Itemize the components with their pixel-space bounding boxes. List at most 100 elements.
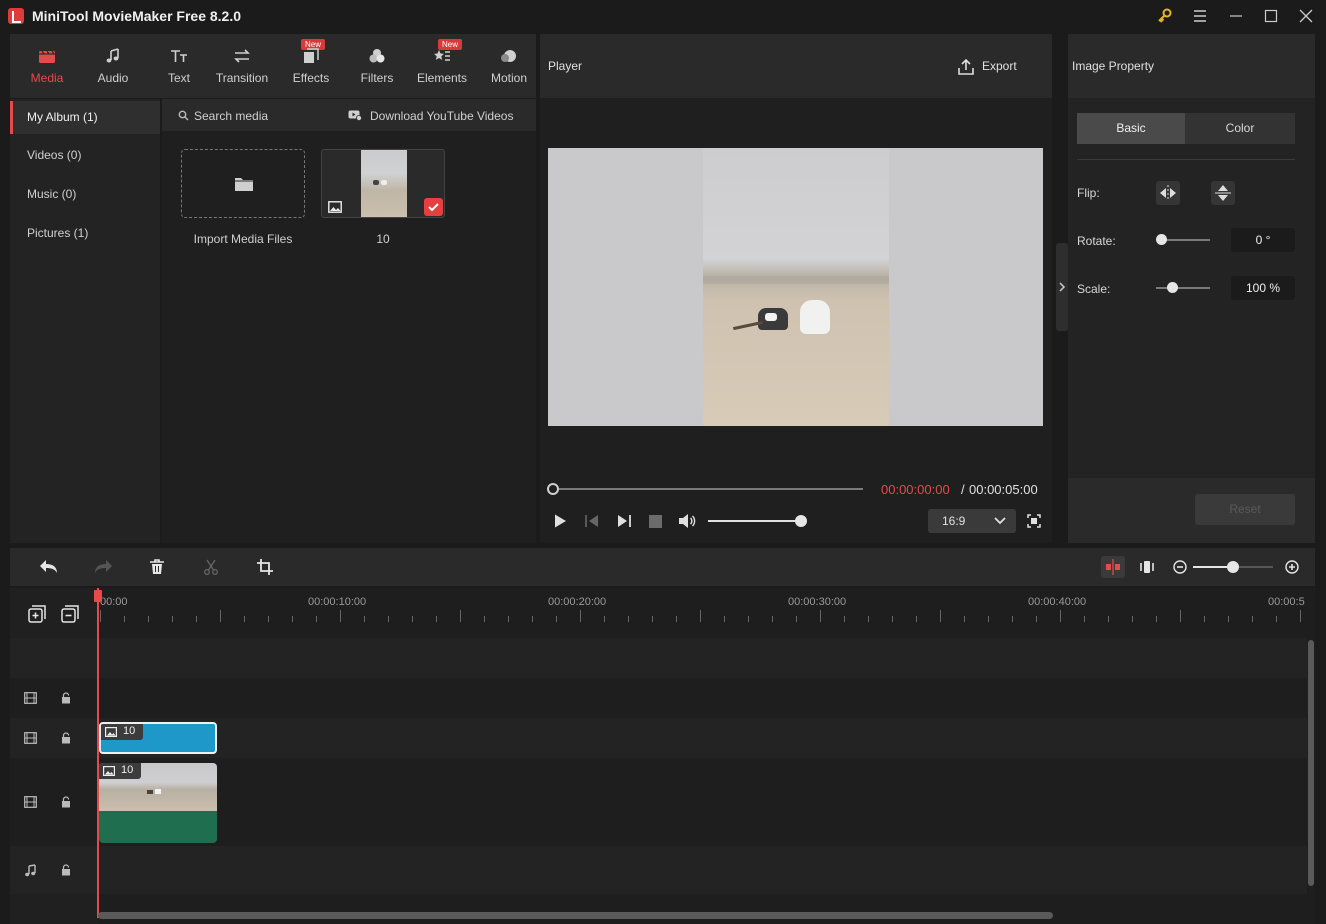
ruler-label: 00:00: [100, 596, 128, 608]
time-ruler[interactable]: 00:00 00:00:10:00 00:00:20:00 00:00:30:0…: [98, 588, 1307, 638]
scale-slider-track[interactable]: [1156, 287, 1210, 289]
vertical-scrollbar-thumb[interactable]: [1308, 640, 1314, 886]
media-item-thumbnail[interactable]: [321, 149, 445, 218]
ruler-tick: [700, 610, 701, 622]
zoom-out-button[interactable]: [1173, 560, 1187, 574]
playhead-handle[interactable]: [94, 590, 102, 602]
lock-icon[interactable]: [61, 692, 71, 704]
ruler-tick: [1252, 616, 1253, 622]
sidebar-item-my-album[interactable]: My Album (1): [10, 101, 160, 134]
volume-track[interactable]: [708, 520, 801, 522]
export-button[interactable]: Export: [952, 52, 1032, 80]
tab-transition[interactable]: Transition: [210, 34, 274, 98]
lock-icon[interactable]: [61, 796, 71, 808]
tab-elements[interactable]: New Elements: [414, 34, 470, 98]
fullscreen-button[interactable]: [1027, 514, 1041, 528]
maximize-button[interactable]: [1261, 6, 1285, 26]
menu-icon[interactable]: [1190, 6, 1214, 26]
delete-button[interactable]: [149, 559, 165, 575]
ruler-tick: [892, 616, 893, 622]
reset-button[interactable]: Reset: [1195, 494, 1295, 525]
next-frame-button[interactable]: [616, 514, 632, 528]
lock-icon[interactable]: [61, 864, 71, 876]
lock-icon[interactable]: [61, 732, 71, 744]
ruler-tick: [436, 616, 437, 622]
playhead[interactable]: [97, 588, 99, 918]
library-tabs: Media Audio Text Transition New Effects …: [10, 34, 536, 98]
zoom-slider-handle[interactable]: [1227, 561, 1239, 573]
import-media-button[interactable]: [181, 149, 305, 218]
close-button[interactable]: [1296, 6, 1320, 26]
minimize-button[interactable]: [1226, 6, 1250, 26]
horizontal-scrollbar-thumb[interactable]: [98, 912, 1053, 919]
tab-color[interactable]: Color: [1185, 113, 1295, 144]
title-bar: MiniTool MovieMaker Free 8.2.0: [0, 0, 1326, 33]
stop-button[interactable]: [649, 515, 662, 528]
aspect-ratio-select[interactable]: 16:9: [928, 509, 1016, 533]
tab-motion[interactable]: Motion: [486, 34, 532, 98]
remove-track-button[interactable]: [61, 605, 79, 623]
vertical-scrollbar[interactable]: [1307, 638, 1315, 890]
rotate-label: Rotate:: [1077, 234, 1116, 248]
tab-effects[interactable]: New Effects: [288, 34, 334, 98]
ruler-tick: [124, 616, 125, 622]
flip-vertical-button[interactable]: [1211, 181, 1235, 205]
sidebar-item-music[interactable]: Music (0): [10, 178, 160, 211]
redo-button[interactable]: [93, 559, 113, 575]
ruler-tick: [148, 616, 149, 622]
tab-audio[interactable]: Audio: [90, 34, 136, 98]
play-button[interactable]: [552, 513, 568, 529]
tab-media[interactable]: Media: [24, 34, 70, 98]
timeline-panel: 00:00 00:00:10:00 00:00:20:00 00:00:30:0…: [10, 588, 1315, 924]
add-track-button[interactable]: [28, 605, 46, 623]
main-image-clip[interactable]: 10: [99, 763, 217, 843]
rotate-slider-handle[interactable]: [1155, 234, 1167, 245]
sidebar-item-videos[interactable]: Videos (0): [10, 139, 160, 172]
ruler-tick: [1300, 610, 1301, 622]
rotate-slider-track[interactable]: [1161, 239, 1210, 241]
ruler-tick: [364, 616, 365, 622]
motion-icon: [499, 46, 519, 66]
volume-icon[interactable]: [678, 513, 696, 529]
preview-image: [703, 148, 889, 426]
ruler-tick: [292, 616, 293, 622]
tab-text[interactable]: Text: [156, 34, 202, 98]
playback-progress-handle[interactable]: [547, 483, 559, 495]
ruler-tick: [268, 616, 269, 622]
tab-basic[interactable]: Basic: [1077, 113, 1185, 144]
music-track-icon: [24, 864, 37, 877]
snap-toggle-button[interactable]: [1101, 556, 1125, 578]
download-youtube-button[interactable]: Download YouTube Videos: [370, 109, 513, 123]
previous-frame-button[interactable]: [584, 514, 600, 528]
ruler-label: 00:00:10:00: [308, 596, 367, 608]
ruler-tick: [484, 616, 485, 622]
video-track-icon: [24, 796, 37, 808]
rotate-value-field[interactable]: 0 °: [1231, 228, 1295, 252]
overlay-clip[interactable]: 10: [99, 722, 217, 754]
ruler-tick: [508, 616, 509, 622]
ruler-tick: [796, 616, 797, 622]
text-icon: [169, 46, 189, 66]
crop-button[interactable]: [257, 559, 273, 575]
folder-icon: [234, 176, 254, 192]
scale-slider-handle[interactable]: [1166, 282, 1178, 293]
volume-handle[interactable]: [795, 515, 807, 527]
playback-progress-track[interactable]: [552, 488, 863, 490]
split-scissors-button[interactable]: [203, 559, 219, 575]
zoom-in-button[interactable]: [1285, 560, 1299, 574]
ruler-tick: [556, 616, 557, 622]
key-icon[interactable]: [1154, 6, 1178, 26]
flip-horizontal-button[interactable]: [1156, 181, 1180, 205]
tab-filters[interactable]: Filters: [354, 34, 400, 98]
search-media-input[interactable]: Search media: [194, 109, 268, 123]
undo-button[interactable]: [39, 559, 59, 575]
ruler-tick: [916, 616, 917, 622]
selected-check-icon[interactable]: [424, 198, 443, 216]
panel-collapse-handle[interactable]: [1056, 243, 1068, 331]
ruler-tick: [1060, 610, 1061, 622]
sidebar-item-pictures[interactable]: Pictures (1): [10, 217, 160, 250]
track-row: [10, 678, 1307, 718]
media-icon: [37, 46, 57, 66]
fit-timeline-button[interactable]: [1139, 559, 1155, 575]
scale-value-field[interactable]: 100 %: [1231, 276, 1295, 300]
